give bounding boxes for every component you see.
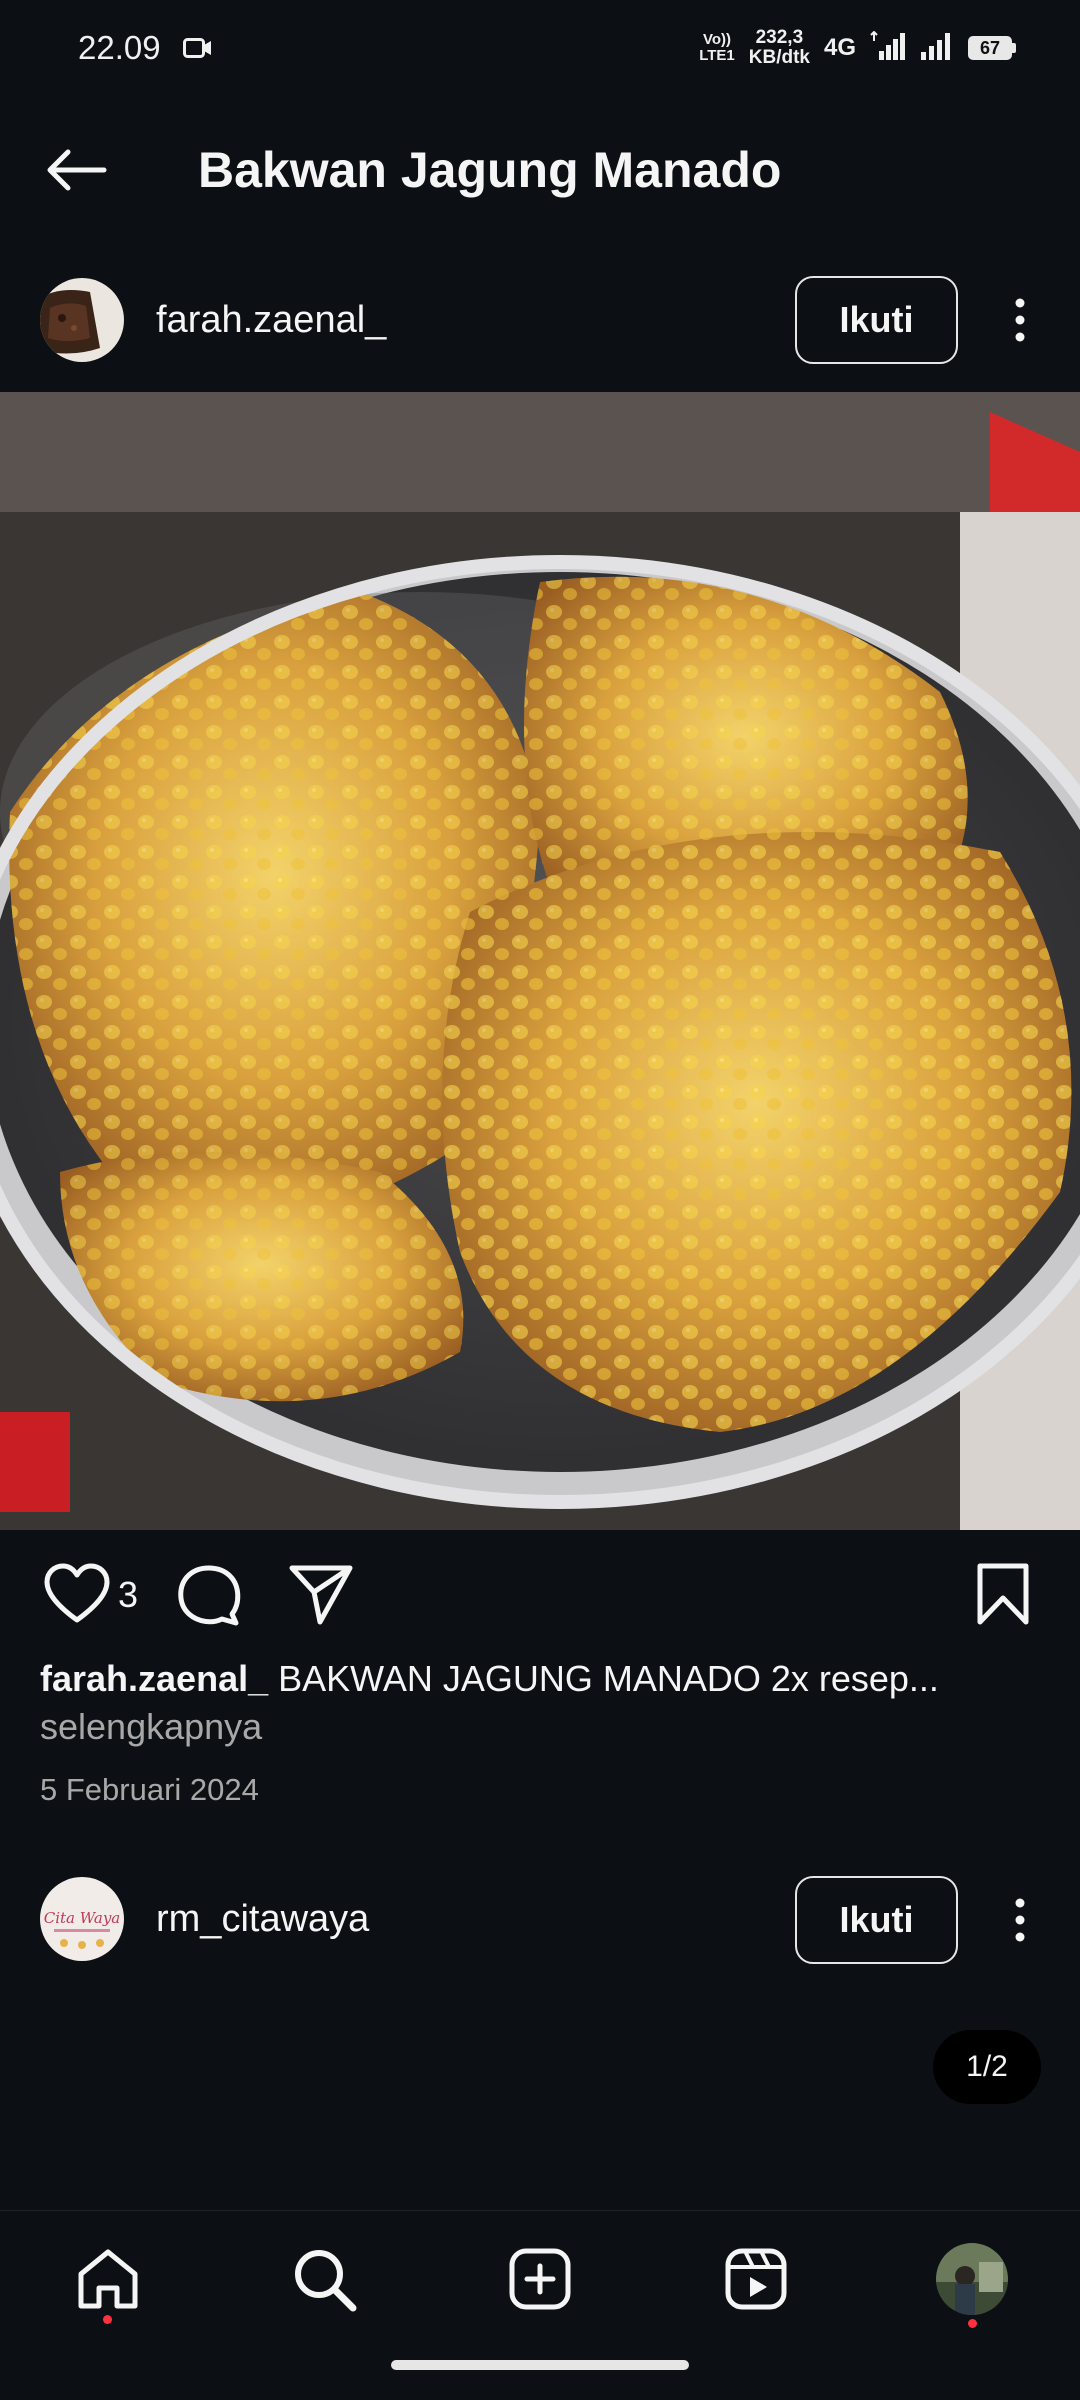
- profile-avatar: [936, 2243, 1008, 2315]
- battery-icon: 67: [968, 36, 1016, 60]
- volte-indicator: Vo)) LTE1: [699, 31, 735, 64]
- like-count: 3: [118, 1574, 139, 1615]
- more-options-button[interactable]: [1000, 290, 1040, 350]
- signal-strength-icon: [870, 30, 906, 66]
- nav-create[interactable]: [500, 2239, 580, 2319]
- post-caption: farah.zaenal_ BAKWAN JAGUNG MANADO 2x re…: [40, 1655, 1040, 1703]
- network-type: 4G: [823, 34, 856, 61]
- more-vertical-icon: [1015, 298, 1025, 342]
- post-author-row: farah.zaenal_ Ikuti: [0, 265, 1080, 375]
- nav-search[interactable]: [284, 2239, 364, 2319]
- send-icon: [289, 1565, 353, 1625]
- caption-text: BAKWAN JAGUNG MANADO 2x resep...: [278, 1658, 939, 1699]
- show-more-link[interactable]: selengkapnya: [40, 1706, 262, 1748]
- more-vertical-icon: [1015, 1898, 1025, 1942]
- nav-reels[interactable]: [716, 2239, 796, 2319]
- next-post-follow-button[interactable]: Ikuti: [795, 1876, 958, 1964]
- network-speed: 232,3 KB/dtk: [748, 27, 810, 68]
- next-post-author-row: Cita Waya rm_citawaya Ikuti: [0, 1865, 1080, 1975]
- follow-button[interactable]: Ikuti: [795, 276, 958, 364]
- next-post-more-options-button[interactable]: [1000, 1890, 1040, 1950]
- bookmark-icon: [977, 1563, 1029, 1625]
- comment-button[interactable]: [174, 1560, 244, 1630]
- bottom-navigation: [0, 2210, 1080, 2400]
- arrow-left-icon: [47, 149, 107, 191]
- caption-username[interactable]: farah.zaenal_: [40, 1658, 268, 1699]
- battery-level: 67: [968, 36, 1012, 60]
- status-left: 22.09: [78, 29, 213, 67]
- next-post-username[interactable]: rm_citawaya: [156, 1897, 369, 1941]
- post-username[interactable]: farah.zaenal_: [156, 298, 386, 342]
- share-button[interactable]: [286, 1560, 356, 1630]
- back-button[interactable]: [40, 140, 112, 200]
- search-icon: [295, 2250, 357, 2312]
- video-record-icon: [182, 29, 213, 67]
- post-actions: 3: [0, 1560, 1080, 1630]
- reels-icon: [725, 2248, 787, 2310]
- comment-icon: [178, 1565, 241, 1626]
- status-bar: 22.09 Vo)) LTE1 232,3 KB/dtk 4G 67: [0, 0, 1080, 96]
- status-right: Vo)) LTE1 232,3 KB/dtk 4G 67: [699, 28, 1016, 68]
- nav-home[interactable]: [68, 2239, 148, 2319]
- carousel-page-indicator: 1/2: [933, 2030, 1041, 2104]
- page-title: Bakwan Jagung Manado: [198, 142, 782, 198]
- profile-notification-dot: [968, 2319, 977, 2328]
- system-home-indicator[interactable]: [391, 2360, 689, 2370]
- signal-strength-icon-2: [920, 31, 954, 66]
- nav-profile[interactable]: [932, 2239, 1012, 2319]
- heart-icon: [44, 1563, 110, 1623]
- avatar[interactable]: [40, 278, 124, 362]
- like-button[interactable]: [42, 1560, 112, 1630]
- home-icon: [78, 2249, 138, 2309]
- post-date: 5 Februari 2024: [40, 1772, 259, 1807]
- status-time: 22.09: [78, 29, 161, 66]
- post-image[interactable]: [0, 392, 1080, 1530]
- home-notification-dot: [103, 2315, 112, 2324]
- page-header: Bakwan Jagung Manado: [0, 120, 1080, 220]
- next-post-avatar[interactable]: Cita Waya: [40, 1877, 124, 1961]
- avatar-logo-text: Cita Waya: [44, 1909, 121, 1927]
- create-icon: [509, 2248, 571, 2310]
- save-button[interactable]: [968, 1560, 1038, 1630]
